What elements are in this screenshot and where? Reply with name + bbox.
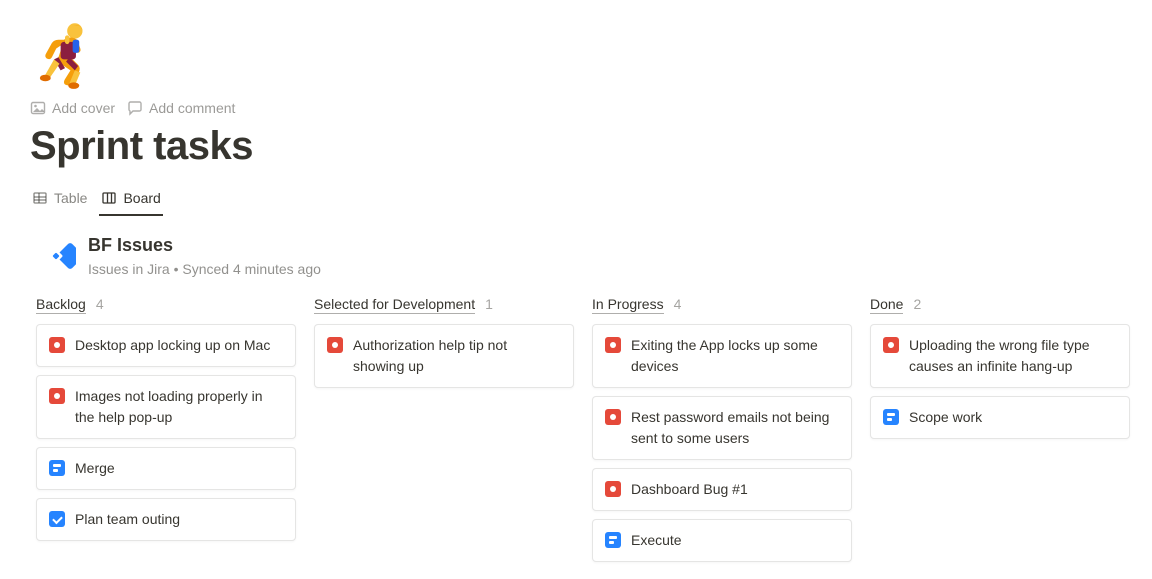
card-title: Exiting the App locks up some devices: [631, 335, 839, 377]
card-title: Scope work: [909, 407, 1117, 428]
card-title: Rest password emails not being sent to s…: [631, 407, 839, 449]
board-card[interactable]: Merge: [36, 447, 296, 490]
card-title: Merge: [75, 458, 283, 479]
board-icon: [101, 190, 117, 206]
view-tabs: Table Board: [30, 184, 1122, 217]
column-name: Done: [870, 295, 903, 314]
bug-icon: [327, 337, 343, 353]
board-column: Done 2 Uploading the wrong file type cause…: [870, 295, 1130, 570]
page-emoji-icon[interactable]: [26, 16, 104, 94]
check-icon: [49, 511, 65, 527]
image-icon: [30, 100, 46, 116]
column-header[interactable]: Done 2: [870, 295, 1130, 324]
tab-board[interactable]: Board: [99, 184, 162, 216]
board-column: Backlog 4 Desktop app locking up on Mac Ima…: [36, 295, 296, 570]
column-header[interactable]: Selected for Development 1: [314, 295, 574, 324]
sub-icon: [49, 460, 65, 476]
card-title: Dashboard Bug #1: [631, 479, 839, 500]
card-title: Plan team outing: [75, 509, 283, 530]
bug-icon: [605, 481, 621, 497]
column-name: Selected for Development: [314, 295, 475, 314]
bug-icon: [49, 337, 65, 353]
tab-board-label: Board: [123, 190, 160, 206]
column-count: 1: [485, 296, 493, 312]
tab-table[interactable]: Table: [30, 184, 89, 216]
board-card[interactable]: Execute: [592, 519, 852, 562]
card-title: Uploading the wrong file type causes an …: [909, 335, 1117, 377]
column-header[interactable]: Backlog 4: [36, 295, 296, 324]
board-card[interactable]: Images not loading properly in the help …: [36, 375, 296, 439]
column-name: Backlog: [36, 295, 86, 314]
tab-table-label: Table: [54, 190, 87, 206]
bug-icon: [883, 337, 899, 353]
sub-icon: [605, 532, 621, 548]
card-title: Images not loading properly in the help …: [75, 386, 283, 428]
board-card[interactable]: Desktop app locking up on Mac: [36, 324, 296, 367]
column-count: 2: [913, 296, 921, 312]
card-title: Authorization help tip not showing up: [353, 335, 561, 377]
board-column: In Progress 4 Exiting the App locks up som…: [592, 295, 852, 570]
bug-icon: [49, 388, 65, 404]
board-card[interactable]: Exiting the App locks up some devices: [592, 324, 852, 388]
comment-icon: [127, 100, 143, 116]
board-card[interactable]: Plan team outing: [36, 498, 296, 541]
card-title: Desktop app locking up on Mac: [75, 335, 283, 356]
bug-icon: [605, 409, 621, 425]
table-icon: [32, 190, 48, 206]
board-card[interactable]: Uploading the wrong file type causes an …: [870, 324, 1130, 388]
add-comment-label: Add comment: [149, 100, 235, 116]
page-title: Sprint tasks: [30, 122, 1122, 170]
jira-logo-icon: [36, 236, 76, 276]
add-cover-button[interactable]: Add cover: [30, 100, 115, 116]
card-title: Execute: [631, 530, 839, 551]
kanban-board: Backlog 4 Desktop app locking up on Mac Ima…: [30, 295, 1122, 570]
column-count: 4: [96, 296, 104, 312]
column-count: 4: [674, 296, 682, 312]
board-card[interactable]: Authorization help tip not showing up: [314, 324, 574, 388]
column-name: In Progress: [592, 295, 664, 314]
column-header[interactable]: In Progress 4: [592, 295, 852, 324]
board-column: Selected for Development 1 Authorization h…: [314, 295, 574, 570]
board-card[interactable]: Dashboard Bug #1: [592, 468, 852, 511]
database-title[interactable]: BF Issues: [88, 235, 321, 257]
database-subtitle: Issues in Jira • Synced 4 minutes ago: [88, 261, 321, 277]
board-card[interactable]: Scope work: [870, 396, 1130, 439]
bug-icon: [605, 337, 621, 353]
sub-icon: [883, 409, 899, 425]
board-card[interactable]: Rest password emails not being sent to s…: [592, 396, 852, 460]
add-comment-button[interactable]: Add comment: [127, 100, 235, 116]
add-cover-label: Add cover: [52, 100, 115, 116]
